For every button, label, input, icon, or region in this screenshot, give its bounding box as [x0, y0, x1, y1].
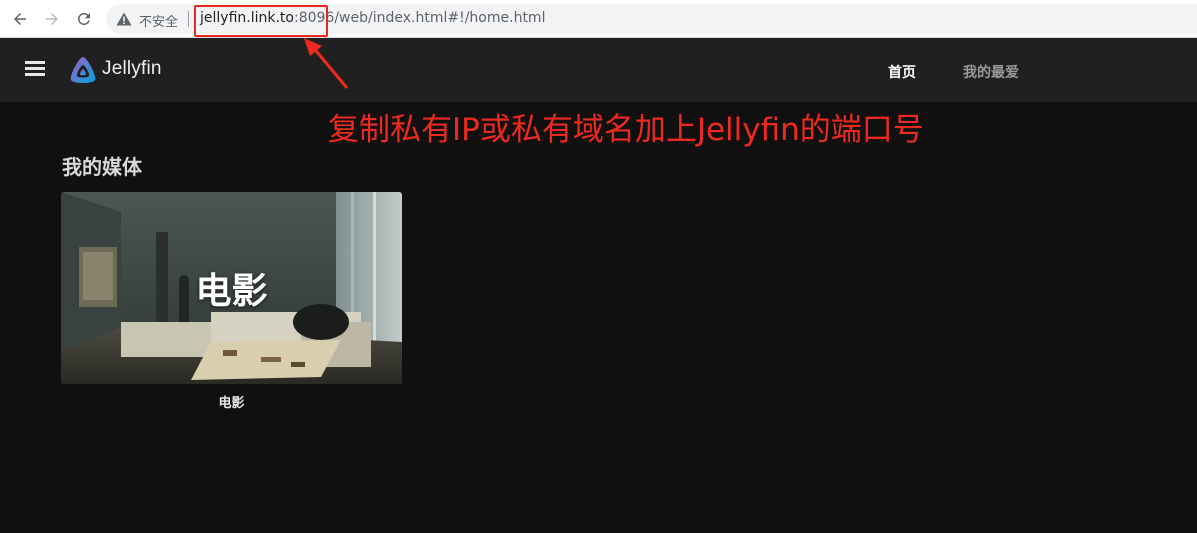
arrow-left-icon — [14, 13, 26, 25]
browser-toolbar: 不安全 jellyfin.link.to:8096/web/index.html… — [0, 0, 1197, 38]
address-divider — [188, 11, 189, 27]
reload-button[interactable] — [72, 7, 96, 31]
back-button[interactable] — [8, 7, 32, 31]
jellyfin-logo-icon[interactable] — [68, 55, 98, 85]
annotation-arrow-icon — [304, 38, 349, 89]
warning-triangle-icon — [116, 12, 132, 26]
library-card-movies[interactable]: 电影 — [61, 192, 402, 384]
library-card-caption[interactable]: 电影 — [61, 392, 402, 411]
hamburger-menu-icon[interactable] — [25, 61, 45, 77]
library-card-title: 电影 — [195, 271, 268, 312]
forward-button[interactable] — [40, 7, 64, 31]
reload-icon — [78, 12, 90, 25]
section-title-my-media[interactable]: 我的媒体 — [62, 151, 142, 180]
not-secure-label[interactable]: 不安全 — [139, 11, 178, 30]
tab-favorites[interactable]: 我的最爱 — [963, 62, 1019, 82]
arrow-right-icon — [46, 13, 58, 25]
url-highlight-box — [194, 5, 328, 37]
app-header: Jellyfin 首页 我的最爱 — [0, 38, 1197, 102]
logo-text[interactable]: Jellyfin — [102, 58, 162, 80]
annotation-text: 复制私有IP或私有域名加上Jellyfin的端口号 — [328, 112, 924, 148]
url-path: /web/index.html#!/home.html — [334, 10, 546, 26]
tab-home[interactable]: 首页 — [888, 62, 916, 82]
